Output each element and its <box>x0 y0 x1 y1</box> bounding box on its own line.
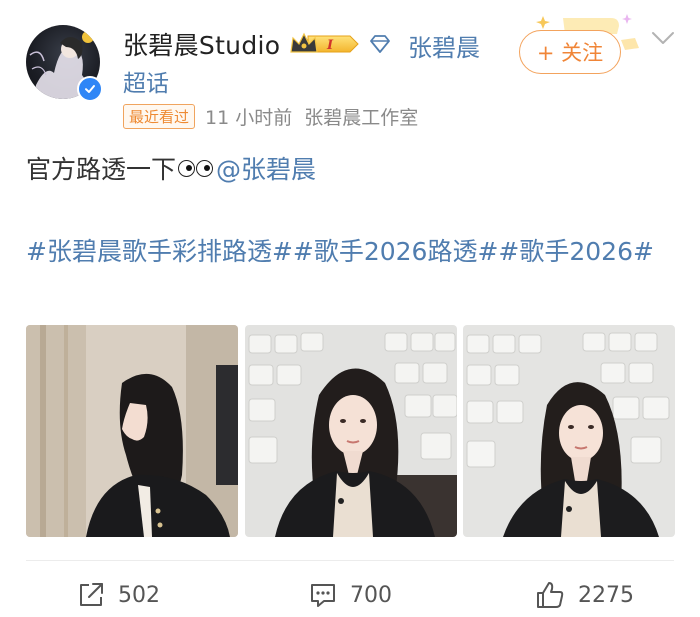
follow-button[interactable]: + 关注 <box>519 30 621 74</box>
post-meta: 最近看过 11 小时前 张碧晨工作室 <box>123 102 418 130</box>
like-count: 2275 <box>578 582 634 608</box>
recent-viewed-badge: 最近看过 <box>123 103 196 129</box>
photo-3[interactable] <box>463 325 675 537</box>
crown-vip-icon[interactable]: I <box>288 30 360 58</box>
supertopic-link[interactable]: 张碧晨 <box>408 28 480 63</box>
post-text: 官方路透一下 @张碧晨 <box>26 150 316 186</box>
mention-link[interactable]: @张碧晨 <box>216 150 316 186</box>
repost-count: 502 <box>118 582 160 608</box>
chevron-down-icon[interactable] <box>650 28 676 48</box>
supertopic-link-suffix[interactable]: 超话 <box>123 64 169 98</box>
photo-2[interactable] <box>245 325 457 537</box>
photo-1[interactable] <box>26 325 238 537</box>
comment-count: 700 <box>350 582 392 608</box>
post-time: 11 小时前 <box>205 106 293 129</box>
user-name[interactable]: 张碧晨Studio <box>123 26 280 62</box>
post-source[interactable]: 张碧晨工作室 <box>304 103 418 130</box>
hashtag-links[interactable]: #张碧晨歌手彩排路透##歌手2026路透##歌手2026# <box>26 232 666 272</box>
verified-check-icon <box>77 76 103 102</box>
repost-icon <box>80 583 103 606</box>
divider <box>26 560 674 561</box>
post-body: 官方路透一下 <box>26 155 177 184</box>
repost-button[interactable]: 502 <box>76 578 160 612</box>
like-button[interactable]: 2275 <box>534 578 634 612</box>
eyes-emoji-icon <box>178 159 214 177</box>
svg-text:I: I <box>326 38 334 53</box>
thumbs-up-icon <box>537 582 564 608</box>
comment-button[interactable]: 700 <box>308 578 392 612</box>
comment-icon <box>311 584 335 607</box>
diamond-icon <box>368 32 392 56</box>
user-name-row: 张碧晨Studio I <box>123 26 392 62</box>
